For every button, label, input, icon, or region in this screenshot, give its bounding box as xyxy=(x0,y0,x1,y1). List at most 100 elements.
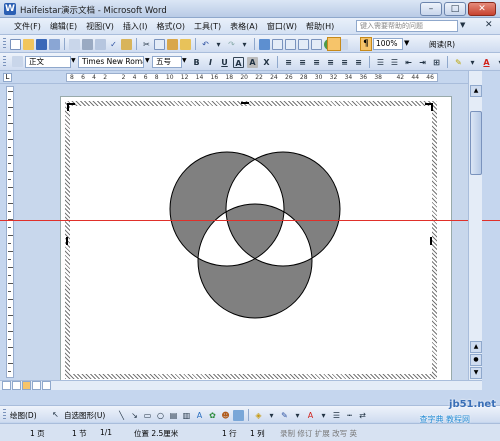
undo-icon[interactable]: ↶ xyxy=(200,39,211,50)
menu-view[interactable]: 视图(V) xyxy=(86,21,114,32)
rectangle-icon[interactable]: ▭ xyxy=(142,410,153,421)
font-color-icon[interactable]: A xyxy=(305,410,316,421)
chevron-down-icon[interactable]: ▼ xyxy=(71,57,76,64)
normal-view-button[interactable] xyxy=(2,381,11,390)
print-view-button[interactable] xyxy=(22,381,31,390)
menu-tools[interactable]: 工具(T) xyxy=(194,21,221,32)
minimize-button[interactable]: – xyxy=(420,2,442,16)
menu-help[interactable]: 帮助(H) xyxy=(306,21,334,32)
hyperlink-icon[interactable] xyxy=(259,38,270,50)
help-search-input[interactable]: 键入需要帮助的问题 xyxy=(356,20,458,32)
chevron-down-icon[interactable]: ▾ xyxy=(292,410,303,421)
print-preview-icon[interactable] xyxy=(95,38,106,50)
maximize-button[interactable]: □ xyxy=(444,2,466,16)
canvas-side-handle[interactable] xyxy=(241,102,249,104)
chevron-down-icon[interactable]: ▼ xyxy=(404,39,409,47)
menu-edit[interactable]: 编辑(E) xyxy=(50,21,77,32)
venn-diagram[interactable] xyxy=(70,106,432,374)
asian-layout-icon[interactable]: ⊞ xyxy=(431,57,442,68)
font-select[interactable]: Times New Roman xyxy=(78,56,144,68)
align-right-icon[interactable]: ≡ xyxy=(311,57,322,68)
menu-table[interactable]: 表格(A) xyxy=(230,21,258,32)
styles-pane-icon[interactable] xyxy=(12,56,23,67)
menu-insert[interactable]: 插入(I) xyxy=(123,21,148,32)
canvas-side-handle[interactable] xyxy=(66,237,68,245)
char-shading-icon[interactable]: A xyxy=(247,56,258,68)
font-size-select[interactable]: 五号 xyxy=(152,56,182,68)
document-page[interactable] xyxy=(60,96,452,380)
cut-icon[interactable]: ✂ xyxy=(141,39,152,50)
insert-table-icon[interactable] xyxy=(285,38,296,50)
chevron-down-icon[interactable]: ▾ xyxy=(266,410,277,421)
previous-page-icon[interactable]: ▲ xyxy=(470,341,482,353)
save-icon[interactable] xyxy=(36,38,47,50)
open-folder-icon[interactable] xyxy=(23,38,34,50)
canvas-corner-handle[interactable] xyxy=(67,103,75,111)
show-hide-marks-icon[interactable]: ¶ xyxy=(360,37,372,51)
menu-file[interactable]: 文件(F) xyxy=(14,21,41,32)
drawing-toggle-icon[interactable] xyxy=(327,37,341,51)
document-close-icon[interactable]: ✕ xyxy=(485,20,493,30)
new-document-icon[interactable] xyxy=(10,38,21,50)
underline-icon[interactable]: U xyxy=(219,57,230,68)
line-color-icon[interactable]: ✎ xyxy=(279,410,290,421)
italic-icon[interactable]: I xyxy=(205,57,216,68)
tab-selector[interactable]: L xyxy=(3,73,12,82)
bold-icon[interactable]: B xyxy=(191,57,202,68)
reading-view-button[interactable] xyxy=(42,381,51,390)
arrow-style-icon[interactable]: ⇄ xyxy=(357,410,368,421)
print-icon[interactable] xyxy=(82,38,93,50)
line-icon[interactable]: ╲ xyxy=(116,410,127,421)
horizontal-scrollbar[interactable] xyxy=(0,380,482,390)
fill-color-icon[interactable]: ◈ xyxy=(253,410,264,421)
toolbar-grip[interactable] xyxy=(3,38,6,50)
document-area[interactable] xyxy=(16,84,468,380)
chevron-down-icon[interactable]: ▾ xyxy=(495,57,500,68)
justify-icon[interactable]: ≡ xyxy=(325,57,336,68)
spelling-icon[interactable]: ✓ xyxy=(108,39,119,50)
text-box-icon[interactable]: ▤ xyxy=(168,410,179,421)
diagram-icon[interactable]: ✿ xyxy=(207,410,218,421)
decrease-indent-icon[interactable]: ⇤ xyxy=(403,57,414,68)
research-icon[interactable] xyxy=(121,38,132,50)
font-color-icon[interactable]: A xyxy=(481,57,492,68)
next-page-icon[interactable]: ▼ xyxy=(470,367,482,379)
chevron-down-icon[interactable]: ▼ xyxy=(182,57,187,64)
format-painter-icon[interactable] xyxy=(180,38,191,50)
chevron-down-icon[interactable]: ▾ xyxy=(318,410,329,421)
columns-icon[interactable] xyxy=(311,38,322,50)
vertical-scrollbar[interactable]: ▲ ▲ ● ▼ xyxy=(468,71,482,380)
drawing-canvas-frame[interactable] xyxy=(65,101,437,379)
char-border-icon[interactable]: A xyxy=(233,56,244,68)
select-arrow-icon[interactable]: ↖ xyxy=(50,409,61,420)
vertical-ruler[interactable] xyxy=(6,86,14,378)
email-icon[interactable] xyxy=(69,38,80,50)
chevron-down-icon[interactable]: ▾ xyxy=(239,39,250,50)
scroll-up-arrow[interactable]: ▲ xyxy=(470,85,482,97)
increase-indent-icon[interactable]: ⇥ xyxy=(417,57,428,68)
outline-view-button[interactable] xyxy=(32,381,41,390)
autoshapes-menu-button[interactable]: 自选图形(U) xyxy=(64,410,105,421)
canvas-side-handle[interactable] xyxy=(430,237,432,245)
picture-icon[interactable] xyxy=(233,409,244,421)
line-spacing-icon[interactable]: ≡ xyxy=(353,57,364,68)
zoom-select[interactable]: 100% xyxy=(373,38,403,50)
web-view-button[interactable] xyxy=(12,381,21,390)
wordart-icon[interactable]: A xyxy=(194,410,205,421)
numbering-icon[interactable]: ☰ xyxy=(375,57,386,68)
chevron-down-icon[interactable]: ▾ xyxy=(213,39,224,50)
redo-icon[interactable]: ↷ xyxy=(226,39,237,50)
line-style-icon[interactable]: ☰ xyxy=(331,410,342,421)
bullets-icon[interactable]: ☰ xyxy=(389,57,400,68)
toolbar-grip[interactable] xyxy=(3,56,6,68)
vertical-text-box-icon[interactable]: ▥ xyxy=(181,410,192,421)
scroll-thumb[interactable] xyxy=(470,111,482,175)
char-scale-icon[interactable]: X xyxy=(261,57,272,68)
dash-style-icon[interactable]: ┅ xyxy=(344,410,355,421)
arrow-icon[interactable]: ↘ xyxy=(129,410,140,421)
permission-icon[interactable] xyxy=(49,38,60,50)
tables-borders-icon[interactable] xyxy=(272,38,283,50)
oval-icon[interactable]: ○ xyxy=(155,410,166,421)
canvas-corner-handle[interactable] xyxy=(425,103,433,111)
chevron-down-icon[interactable]: ▼ xyxy=(460,21,465,29)
